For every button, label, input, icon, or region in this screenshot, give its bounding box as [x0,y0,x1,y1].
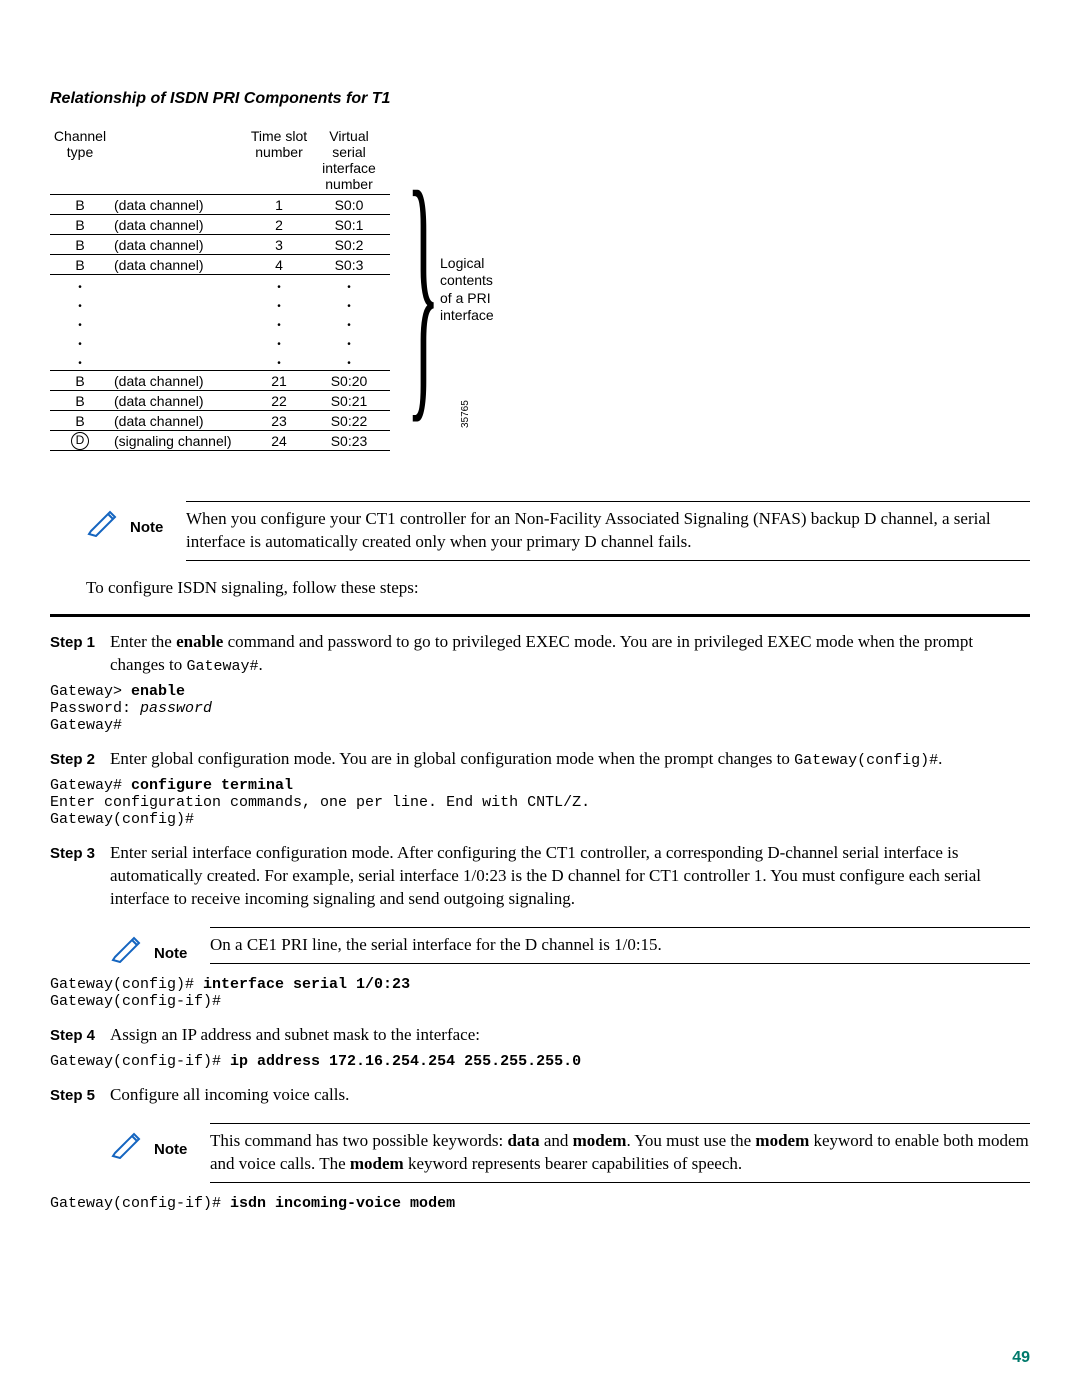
note-block: Note When you configure your CT1 control… [86,501,1030,561]
cell-ct: D [50,431,110,450]
table-row: B (data channel) 3 S0:2 [50,235,390,255]
note-text: On a CE1 PRI line, the serial interface … [210,927,1030,964]
step-3: Step 3 Enter serial interface configurat… [50,842,1030,911]
cell-ct: B [50,237,110,253]
cell-ct: B [50,413,110,429]
cell-ts: 22 [244,393,314,409]
cell-desc: (data channel) [110,373,244,389]
figure-number: 35765 [460,400,471,428]
code-block: Gateway(config)# interface serial 1/0:23… [50,976,1030,1010]
cell-vs: S0:1 [314,217,384,233]
cell-ct: B [50,197,110,213]
step-label: Step 3 [50,842,110,911]
cell-desc: (data channel) [110,197,244,213]
table-row: B (data channel) 2 S0:1 [50,215,390,235]
cell-desc: (data channel) [110,393,244,409]
table-row: B (data channel) 23 S0:22 [50,411,390,431]
note-block: Note On a CE1 PRI line, the serial inter… [110,927,1030,964]
table-row-ellipsis [50,332,390,351]
note-text: This command has two possible keywords: … [210,1123,1030,1183]
cell-desc: (signaling channel) [110,433,244,449]
cell-desc: (data channel) [110,257,244,273]
brace-icon: } [406,160,440,420]
step-label: Step 1 [50,631,110,677]
brace-label: Logical contents of a PRI interface [440,255,494,325]
cell-desc: (data channel) [110,413,244,429]
th-channel-type: Channel type [50,128,110,192]
step-body: Enter the enable command and password to… [110,631,1030,677]
component-table-wrap: Channel type Time slot number Virtual se… [50,128,1030,451]
step-body: Enter serial interface configuration mod… [110,842,1030,911]
table-row: B (data channel) 4 S0:3 [50,255,390,275]
cell-desc: (data channel) [110,217,244,233]
note-label: Note [154,927,210,964]
note-label: Note [154,1123,210,1183]
cell-ts: 23 [244,413,314,429]
component-table: Channel type Time slot number Virtual se… [50,128,390,451]
th-timeslot: Time slot number [244,128,314,192]
cell-ct: B [50,257,110,273]
note-block: Note This command has two possible keywo… [110,1123,1030,1183]
cell-ct: B [50,373,110,389]
code-block: Gateway(config-if)# ip address 172.16.25… [50,1053,1030,1070]
code-block: Gateway# configure terminal Enter config… [50,777,1030,828]
table-row: B (data channel) 21 S0:20 [50,371,390,391]
step-body: Configure all incoming voice calls. [110,1084,1030,1107]
note-icon [86,501,130,561]
step-label: Step 5 [50,1084,110,1107]
table-row: D (signaling channel) 24 S0:23 [50,431,390,451]
table-row-ellipsis [50,313,390,332]
table-row-ellipsis [50,351,390,371]
table-row: B (data channel) 1 S0:0 [50,195,390,215]
cell-ts: 4 [244,257,314,273]
step-5: Step 5 Configure all incoming voice call… [50,1084,1030,1107]
cell-ts: 3 [244,237,314,253]
step-body: Enter global configuration mode. You are… [110,748,1030,771]
step-label: Step 2 [50,748,110,771]
cell-ct: B [50,393,110,409]
note-icon [110,1123,154,1183]
cell-ts: 24 [244,433,314,449]
step-label: Step 4 [50,1024,110,1047]
step-1: Step 1 Enter the enable command and pass… [50,631,1030,677]
intro-text: To configure ISDN signaling, follow thes… [86,577,1030,600]
cell-vs: S0:21 [314,393,384,409]
note-icon [110,927,154,964]
cell-ts: 21 [244,373,314,389]
table-row-ellipsis [50,275,390,294]
step-4: Step 4 Assign an IP address and subnet m… [50,1024,1030,1047]
th-vserial: Virtual serial interface number [314,128,384,192]
cell-vs: S0:23 [314,433,384,449]
code-block: Gateway> enable Password: password Gatew… [50,683,1030,734]
page-number: 49 [1012,1349,1030,1367]
cell-vs: S0:2 [314,237,384,253]
table-row: B (data channel) 22 S0:21 [50,391,390,411]
cell-ts: 2 [244,217,314,233]
cell-ts: 1 [244,197,314,213]
table-row-ellipsis [50,294,390,313]
cell-vs: S0:20 [314,373,384,389]
step-2: Step 2 Enter global configuration mode. … [50,748,1030,771]
cell-desc: (data channel) [110,237,244,253]
cell-vs: S0:0 [314,197,384,213]
note-text: When you configure your CT1 controller f… [186,501,1030,561]
step-body: Assign an IP address and subnet mask to … [110,1024,1030,1047]
note-label: Note [130,501,186,561]
cell-vs: S0:3 [314,257,384,273]
section-title: Relationship of ISDN PRI Components for … [50,90,1030,108]
code-block: Gateway(config-if)# isdn incoming-voice … [50,1195,1030,1212]
divider [50,614,1030,617]
cell-vs: S0:22 [314,413,384,429]
cell-ct: B [50,217,110,233]
